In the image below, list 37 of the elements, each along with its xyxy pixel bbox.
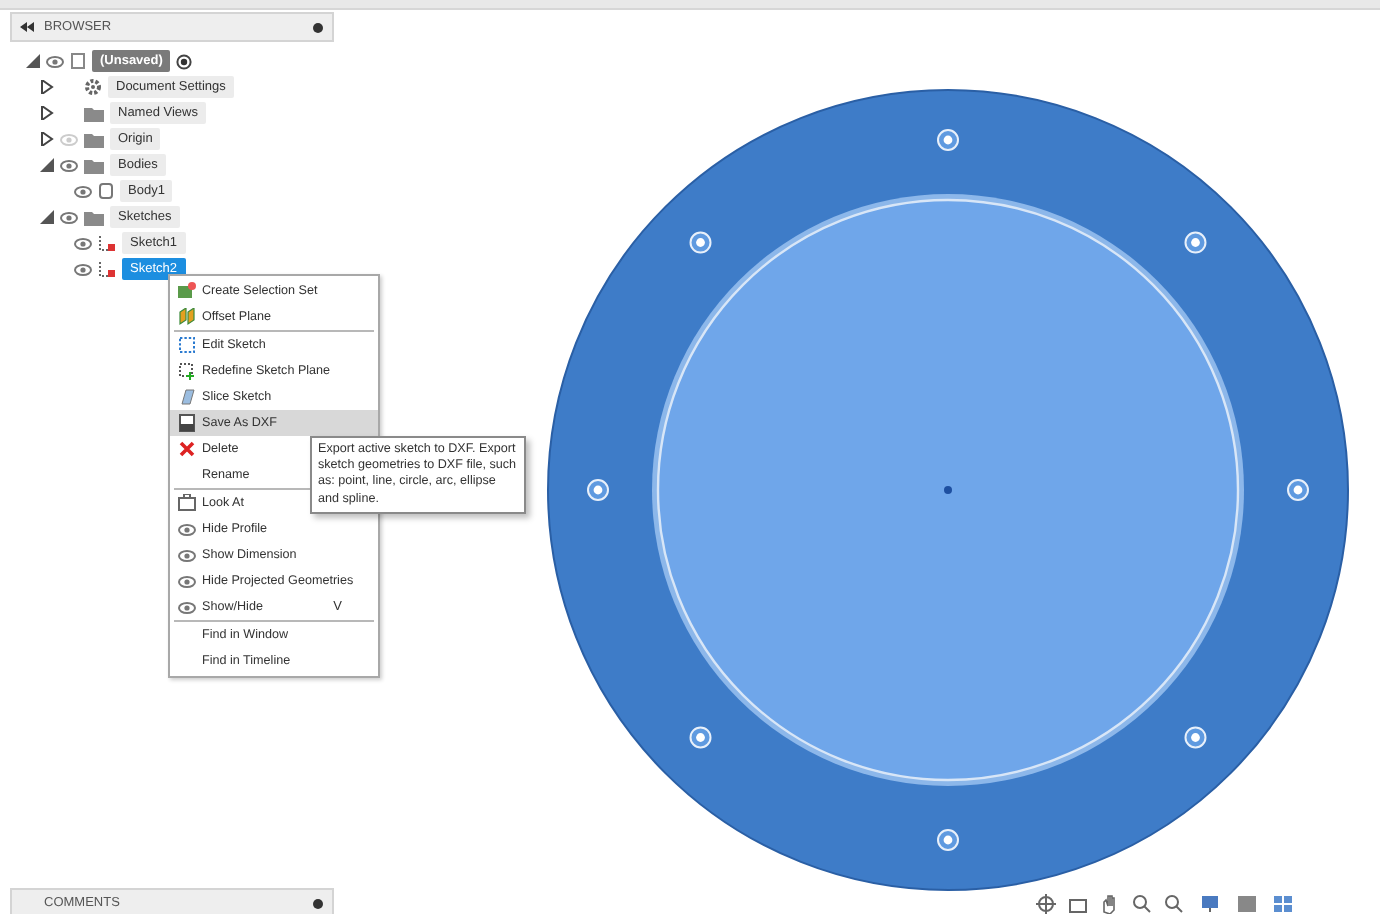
orbit-icon[interactable] <box>1036 894 1056 914</box>
eye-icon[interactable] <box>46 55 64 67</box>
look-at-icon <box>178 494 196 512</box>
eye-icon[interactable] <box>178 601 196 613</box>
hand-icon[interactable] <box>1100 894 1120 914</box>
file-icon <box>178 414 196 432</box>
collapse-icon[interactable] <box>40 158 54 172</box>
sketch-icon <box>98 234 116 252</box>
eye-icon[interactable] <box>74 263 92 275</box>
folder-icon <box>84 209 104 225</box>
eye-icon[interactable] <box>178 575 196 587</box>
eye-icon[interactable] <box>60 211 78 223</box>
sketch-plane-icon <box>178 362 196 380</box>
sketch-icon <box>98 260 116 278</box>
collapse-icon[interactable] <box>40 210 54 224</box>
zoom-icon[interactable] <box>1132 894 1152 914</box>
slice-icon <box>178 388 196 406</box>
component-icon <box>70 52 86 70</box>
eye-icon[interactable] <box>74 185 92 197</box>
radio-icon[interactable] <box>176 53 193 69</box>
eye-icon[interactable] <box>178 549 196 561</box>
expand-icon[interactable] <box>40 132 54 146</box>
eye-icon[interactable] <box>74 237 92 249</box>
collapse-icon[interactable] <box>20 22 34 32</box>
selection-icon <box>178 282 196 300</box>
body-icon <box>98 182 114 200</box>
delete-icon <box>178 440 196 458</box>
expand-icon[interactable] <box>40 106 54 120</box>
collapse-icon[interactable] <box>26 54 40 68</box>
eye-icon[interactable] <box>60 159 78 171</box>
plane-icon <box>178 308 196 326</box>
display-icon[interactable] <box>1200 894 1224 914</box>
expand-icon[interactable] <box>40 80 54 94</box>
grid-icon[interactable] <box>1272 894 1296 914</box>
eye-icon[interactable] <box>178 523 196 535</box>
zoom-window-icon[interactable] <box>1164 894 1188 914</box>
sketch-icon <box>178 336 196 354</box>
